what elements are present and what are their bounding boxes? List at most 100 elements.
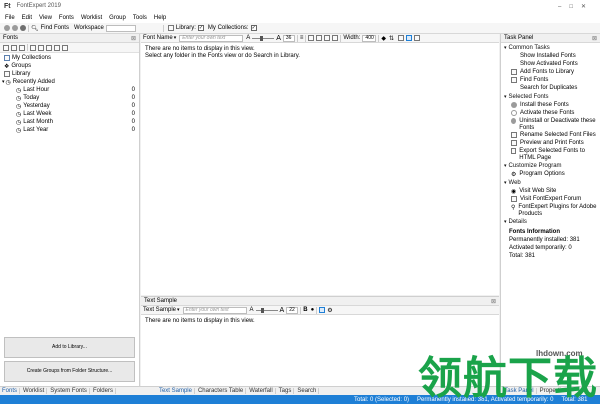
sample-size-slider[interactable]	[255, 307, 278, 313]
cut-icon[interactable]	[30, 44, 36, 51]
add-folder-icon[interactable]	[3, 44, 9, 51]
tab-waterfall[interactable]: Waterfall	[247, 388, 276, 394]
item-count: 0	[131, 87, 135, 93]
tree-library[interactable]: Library	[0, 70, 139, 78]
task-find-fonts[interactable]: Find Fonts	[501, 76, 600, 84]
task-visit-site[interactable]: ◉ Visit Web Site	[501, 187, 600, 195]
own-text-input[interactable]: Enter your own text	[179, 34, 244, 42]
tree-last-year[interactable]: ◷ Last Year 0	[0, 126, 139, 134]
close-icon[interactable]: ✕	[581, 4, 594, 10]
line-spacing-icon[interactable]: ≡	[300, 35, 304, 41]
tree-groups[interactable]: ❖ Groups	[0, 62, 139, 70]
delete-icon[interactable]	[54, 44, 60, 51]
copy-icon[interactable]	[316, 35, 323, 41]
menu-help[interactable]: Help	[154, 15, 166, 21]
tag-icon[interactable]: ◆	[381, 35, 386, 42]
tab-tags[interactable]: Tags	[277, 388, 295, 394]
details-view-icon[interactable]	[414, 35, 421, 41]
menu-file[interactable]: File	[5, 15, 15, 21]
size-select[interactable]: 36	[282, 34, 295, 42]
task-visit-forum[interactable]: Visit FontExpert Forum	[501, 195, 600, 203]
pin-icon[interactable]: ⊠	[491, 298, 496, 305]
tree-last-month[interactable]: ◷ Last Month 0	[0, 118, 139, 126]
tab-fonts[interactable]: Fonts	[0, 388, 21, 394]
menu-view[interactable]: View	[39, 15, 52, 21]
task-program-options[interactable]: ⚙ Program Options	[501, 170, 600, 178]
cut-icon[interactable]	[308, 35, 315, 41]
chevron-down-icon[interactable]: ▾	[2, 79, 5, 85]
tab-text-sample[interactable]: Text Sample	[157, 388, 195, 394]
tree-yesterday[interactable]: ◷ Yesterday 0	[0, 102, 139, 110]
tree-today[interactable]: ◷ Today 0	[0, 94, 139, 102]
task-activate[interactable]: Activate these Fonts	[501, 109, 600, 117]
tab-characters-table[interactable]: Characters Table	[196, 388, 247, 394]
minimize-icon[interactable]: –	[558, 4, 569, 10]
list-view-icon[interactable]	[398, 35, 405, 41]
add-group-icon[interactable]	[11, 44, 17, 51]
tree-my-collections[interactable]: My Collections	[0, 54, 139, 62]
menu-fonts[interactable]: Fonts	[59, 15, 74, 21]
sample-size-select[interactable]: 22	[286, 306, 299, 314]
remove-icon[interactable]	[19, 44, 25, 51]
find-fonts-icon[interactable]: 🔍︎	[31, 25, 39, 32]
workspace-select[interactable]	[105, 24, 136, 32]
tab-worklist[interactable]: Worklist	[21, 388, 48, 394]
section-details[interactable]: ▾ Details	[501, 217, 600, 226]
back-icon[interactable]	[4, 25, 10, 31]
task-install[interactable]: Install these Fonts	[501, 101, 600, 109]
tab-folders[interactable]: Folders	[91, 388, 116, 394]
forward-icon[interactable]	[12, 25, 18, 31]
grid-view-icon[interactable]	[406, 35, 413, 41]
font-name-button[interactable]: Font Name	[143, 35, 173, 41]
delete-icon[interactable]	[332, 35, 339, 41]
bold-icon[interactable]: B	[303, 307, 307, 313]
text-sample-mode[interactable]: Text Sample	[143, 307, 176, 313]
settings-icon[interactable]: ⚙	[327, 307, 332, 314]
menu-tools[interactable]: Tools	[133, 15, 147, 21]
task-show-activated[interactable]: Show Activated Fonts	[501, 60, 600, 68]
library-checkbox[interactable]: ✓	[197, 25, 204, 31]
chevron-down-icon[interactable]: ▾	[177, 307, 180, 313]
add-to-library-button[interactable]: Add to Library...	[4, 337, 135, 358]
section-web[interactable]: ▾ Web	[501, 178, 600, 187]
task-export-html[interactable]: Export Selected Fonts to HTML Page	[501, 147, 600, 161]
color-icon[interactable]: ●	[311, 307, 315, 313]
copy-icon[interactable]	[38, 44, 44, 51]
menu-group[interactable]: Group	[109, 15, 126, 21]
width-select[interactable]: 400	[362, 34, 377, 42]
tree-last-hour[interactable]: ◷ Last Hour 0	[0, 86, 139, 94]
tree-recently-added[interactable]: ▾ ◷ Recently Added	[0, 78, 139, 86]
sample-text-input[interactable]: Enter your own text	[182, 306, 247, 314]
task-uninstall[interactable]: Uninstall or Deactivate these Fonts	[501, 117, 600, 131]
menu-worklist[interactable]: Worklist	[81, 15, 102, 21]
paste-icon[interactable]	[46, 44, 52, 51]
chevron-down-icon[interactable]: ▾	[174, 35, 177, 41]
create-groups-button[interactable]: Create Groups from Folder Structure...	[4, 361, 135, 382]
size-slider[interactable]	[252, 35, 275, 41]
tab-search[interactable]: Search	[295, 388, 320, 394]
window-controls[interactable]: –□✕	[558, 3, 594, 10]
my-collections-checkbox[interactable]: ✓	[250, 25, 257, 31]
tab-system-fonts[interactable]: System Fonts	[48, 388, 90, 394]
workspace-button[interactable]: Workspace	[74, 25, 104, 31]
section-selected-fonts[interactable]: ▾ Selected Fonts	[501, 92, 600, 101]
properties-icon[interactable]	[62, 44, 68, 51]
menu-edit[interactable]: Edit	[22, 15, 32, 21]
tree-last-week[interactable]: ◷ Last Week 0	[0, 110, 139, 118]
pin-icon[interactable]: ⊠	[131, 35, 136, 42]
task-search-duplicates[interactable]: Search for Duplicates	[501, 84, 600, 92]
find-fonts-button[interactable]: Find Fonts	[41, 25, 69, 31]
task-add-fonts[interactable]: Add Fonts to Library	[501, 68, 600, 76]
paste-icon[interactable]	[324, 35, 331, 41]
maximize-icon[interactable]: □	[569, 4, 581, 10]
section-customize[interactable]: ▾ Customize Program	[501, 161, 600, 170]
pin-icon[interactable]: ⊠	[592, 35, 597, 42]
task-show-installed[interactable]: Show Installed Fonts	[501, 52, 600, 60]
sort-icon[interactable]: ⇅	[389, 35, 394, 42]
task-rename[interactable]: Rename Selected Font Files	[501, 131, 600, 139]
wrap-icon[interactable]	[319, 307, 326, 313]
task-preview-print[interactable]: Preview and Print Fonts	[501, 139, 600, 147]
refresh-icon[interactable]	[20, 25, 26, 31]
section-common-tasks[interactable]: ▾ Common Tasks	[501, 43, 600, 52]
task-plugins[interactable]: ⚲ FontExpert Plugins for Adobe Products	[501, 203, 600, 217]
